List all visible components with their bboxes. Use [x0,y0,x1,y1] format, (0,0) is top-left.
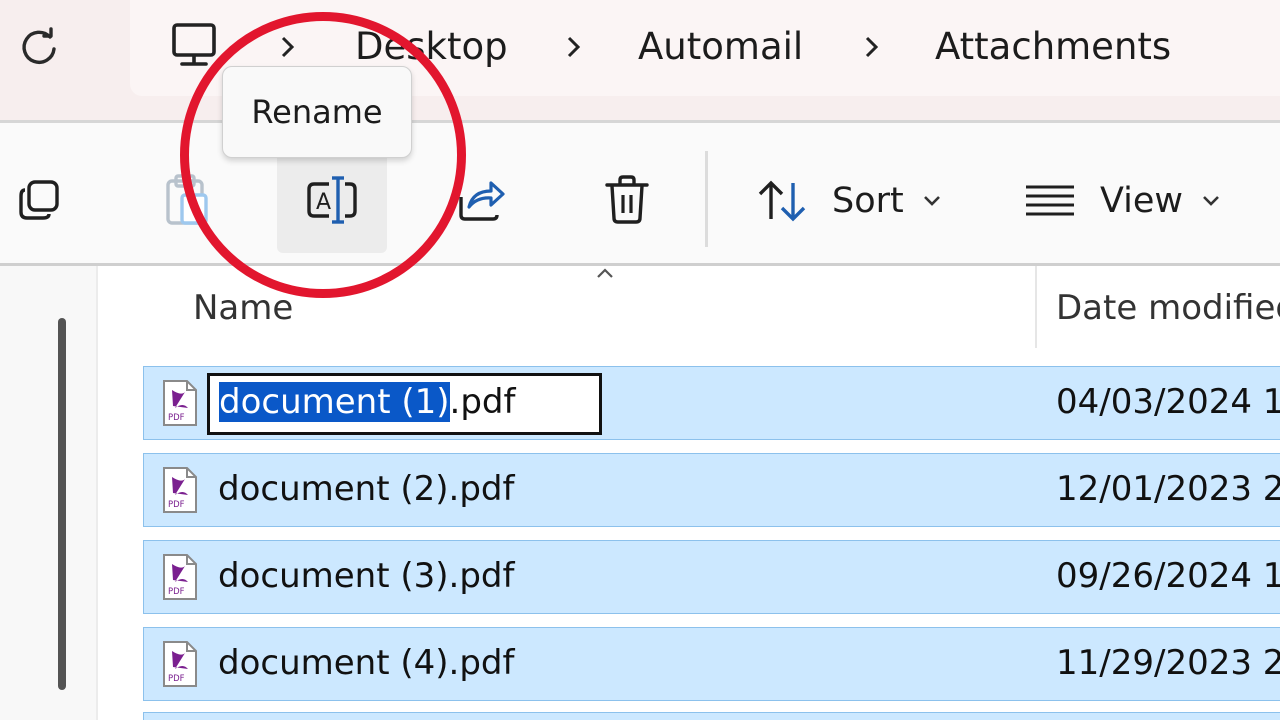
view-list-icon [1026,185,1074,216]
rename-button[interactable]: A [300,171,364,229]
paste-button[interactable] [156,171,214,229]
rename-icon: A [307,176,357,224]
pdf-file-icon: PDF [163,554,197,600]
file-name: document (4).pdf [218,643,515,683]
svg-text:PDF: PDF [168,674,185,684]
file-date: 04/03/2024 19 [1056,382,1280,422]
sort-icon [758,180,806,222]
address-bar-area: Desktop Automail Attachments [0,0,1280,120]
file-date: 12/01/2023 22 [1056,469,1280,509]
sort-ascending-indicator-icon [597,268,613,278]
file-row-selected-editing[interactable]: PDF document (1).pdf 04/03/2024 19 [143,366,1280,440]
file-explorer-window: Desktop Automail Attachments A Sort View… [0,0,1280,720]
svg-text:PDF: PDF [168,500,185,510]
view-button[interactable]: View [1024,171,1221,231]
paste-icon [166,174,208,225]
file-row[interactable]: PDF document (4).pdf 11/29/2023 21 [143,627,1280,701]
breadcrumb-desktop[interactable]: Desktop [355,22,508,72]
command-bar: A Sort View [0,120,1280,266]
rename-tooltip: Rename [222,66,412,158]
breadcrumb-attachments[interactable]: Attachments [935,22,1171,72]
share-button[interactable] [452,171,510,229]
pdf-file-icon: PDF [163,641,197,687]
navigation-scrollbar[interactable] [58,318,66,690]
column-header-row: Name Date modified [98,266,1280,356]
column-header-date-modified[interactable]: Date modified [1056,288,1280,328]
sort-button[interactable]: Sort [756,171,942,231]
delete-button[interactable] [598,171,656,229]
svg-text:PDF: PDF [168,587,185,597]
refresh-button[interactable] [14,22,64,72]
toolbar-separator [705,151,708,247]
rename-input[interactable]: document (1).pdf [207,373,602,435]
column-divider[interactable] [1035,266,1037,348]
breadcrumb-automail[interactable]: Automail [638,22,803,72]
share-icon [459,181,505,221]
file-date: 11/29/2023 21 [1056,643,1280,683]
file-row-partial[interactable] [143,712,1280,720]
view-label: View [1100,181,1184,221]
pdf-file-icon: PDF [163,467,197,513]
svg-text:A: A [316,190,331,215]
sort-label: Sort [832,181,904,221]
delete-icon [605,175,649,224]
chevron-right-icon[interactable] [862,30,882,64]
file-row[interactable]: PDF document (2).pdf 12/01/2023 22 [143,453,1280,527]
refresh-icon [22,27,56,64]
this-pc-icon[interactable] [170,22,222,72]
copy-button[interactable] [10,171,68,229]
chevron-right-icon[interactable] [278,30,298,64]
chevron-down-icon [923,196,940,206]
file-row[interactable]: PDF document (3).pdf 09/26/2024 19 [143,540,1280,614]
rename-extension-text: .pdf [449,382,516,422]
pdf-file-icon: PDF [163,380,197,426]
column-header-name[interactable]: Name [193,288,293,328]
chevron-right-icon[interactable] [564,30,584,64]
chevron-down-icon [1203,196,1219,206]
file-date: 09/26/2024 19 [1056,556,1280,596]
file-name: document (2).pdf [218,469,515,509]
rename-selected-text: document (1) [219,382,450,422]
file-name: document (3).pdf [218,556,515,596]
navigation-pane [0,266,98,720]
copy-icon [19,180,59,220]
svg-text:PDF: PDF [168,413,185,423]
